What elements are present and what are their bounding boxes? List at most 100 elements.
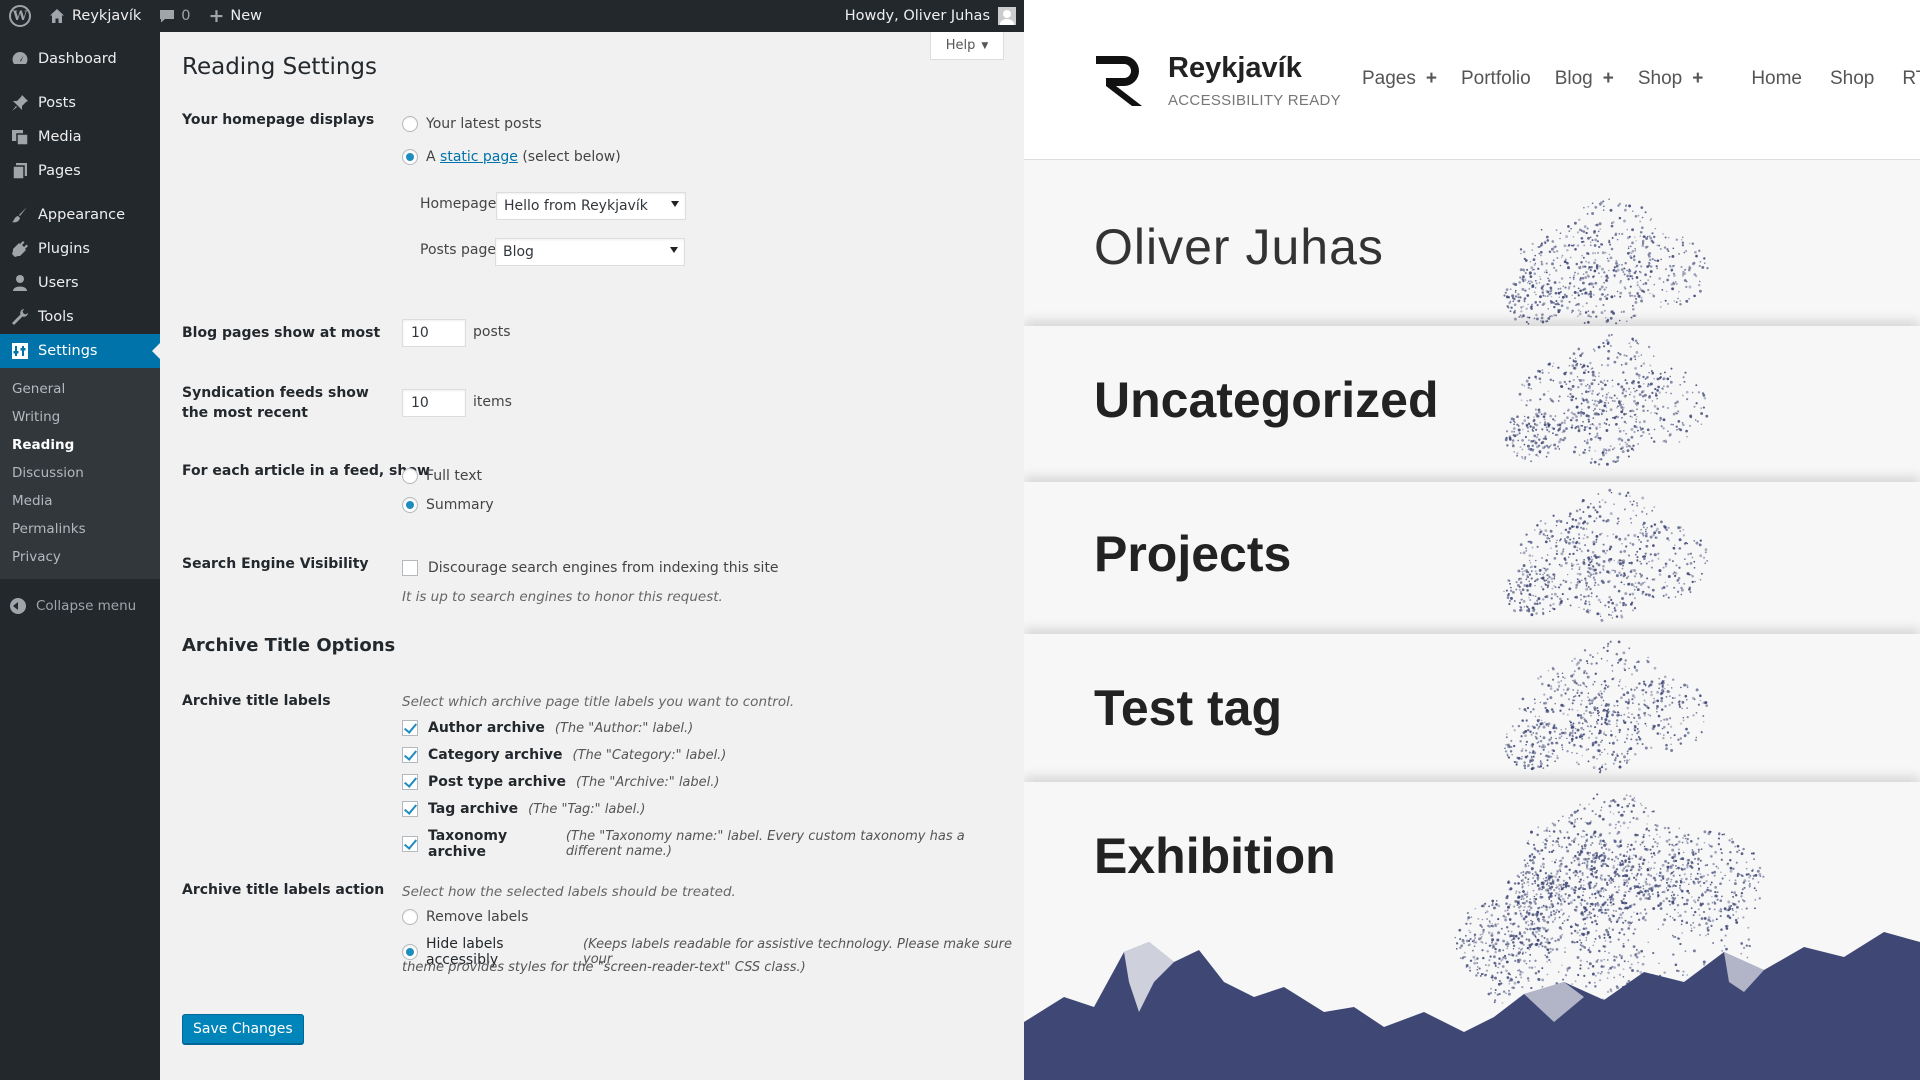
menu-item-pages[interactable]: Pages [0,154,160,188]
option-label: Remove labels [426,909,529,925]
summary-radio[interactable] [402,497,418,513]
homepage-select-label: Homepage: [420,196,502,212]
menu-label: Pages [38,163,81,179]
account-menu[interactable]: Howdy, Oliver Juhas [836,0,1024,32]
band-title: Oliver Juhas [1094,219,1384,275]
help-button[interactable]: Help ▼ [930,32,1004,60]
posts-page-select[interactable]: Blog [495,238,685,266]
homepage-displays-label: Your homepage displays [182,112,375,128]
menu-label: Appearance [38,207,126,223]
expand-plus-icon[interactable]: + [1692,68,1703,89]
site-name: Reykjavík [72,8,142,24]
menu-item-users[interactable]: Users [0,266,160,300]
submenu-item-discussion[interactable]: Discussion [0,459,160,487]
pages-icon [10,161,30,181]
discourage-search-option[interactable]: Discourage search engines from indexing … [402,560,779,576]
save-changes-button[interactable]: Save Changes [182,1014,304,1044]
menu-item-media[interactable]: Media [0,120,160,154]
comment-icon [160,10,175,23]
site-header: Reykjavík ACCESSIBILITY READY Pages + Por… [1024,0,1920,160]
nav-item-home[interactable]: Home [1751,68,1802,90]
blog-pages-unit: posts [473,324,511,340]
submenu-item-permalinks[interactable]: Permalinks [0,515,160,543]
home-icon [50,9,64,23]
collapse-menu-button[interactable]: Collapse menu [0,589,160,623]
post-type-archive-option[interactable]: Post type archive (The "Archive:" label.… [402,774,719,790]
latest-posts-option[interactable]: Your latest posts [402,116,542,132]
option-label: Discourage search engines from indexing … [428,560,779,576]
full-text-radio[interactable] [402,468,418,484]
nav-item-pages[interactable]: Pages + [1362,68,1437,90]
submenu-item-reading[interactable]: Reading [0,431,160,459]
static-page-link[interactable]: static page [440,149,518,165]
syndication-input[interactable]: 10 [402,389,466,417]
tag-archive-checkbox[interactable] [402,801,418,817]
posts-page-select-value: Blog [503,244,534,260]
menu-item-appearance[interactable]: Appearance [0,198,160,232]
avatar [998,7,1016,25]
expand-plus-icon[interactable]: + [1603,68,1614,89]
submenu-item-media[interactable]: Media [0,487,160,515]
menu-item-posts[interactable]: Posts [0,86,160,120]
nav-label: Pages [1362,68,1416,89]
option-note: (The "Taxonomy name:" label. Every custo… [565,829,965,859]
menu-label: Tools [38,309,74,325]
remove-labels-radio[interactable] [402,909,418,925]
category-archive-checkbox[interactable] [402,747,418,763]
remove-labels-option[interactable]: Remove labels [402,909,528,925]
nav-item-blog[interactable]: Blog + [1555,68,1614,90]
discourage-search-checkbox[interactable] [402,560,418,576]
new-content-button[interactable]: + New [199,0,271,32]
comments-link[interactable]: 0 [150,0,199,32]
wordpress-icon: W [9,5,31,27]
static-page-option[interactable]: A static page (select below) [402,149,621,165]
nav-item-portfolio[interactable]: Portfolio [1461,68,1531,90]
taxonomy-archive-checkbox[interactable] [402,836,418,852]
static-page-radio[interactable] [402,149,418,165]
option-note: (The "Author:" label.) [554,720,694,736]
option-label: A [426,149,436,165]
site-title[interactable]: Reykjavík [1168,52,1302,85]
nav-label: RT [1902,68,1920,89]
homepage-select[interactable]: Hello from Reykjavík [496,192,686,220]
category-archive-option[interactable]: Category archive (The "Category:" label.… [402,747,726,763]
nav-label: Home [1751,68,1802,89]
full-text-option[interactable]: Full text [402,468,482,484]
hide-labels-note-continued: theme provides styles for the "screen-re… [402,960,806,975]
author-archive-option[interactable]: Author archive (The "Author:" label.) [402,720,693,736]
menu-item-plugins[interactable]: Plugins [0,232,160,266]
nav-item-rt[interactable]: RT [1902,68,1920,90]
wp-logo-button[interactable]: W [0,0,40,32]
hide-labels-radio[interactable] [402,944,418,960]
menu-item-dashboard[interactable]: Dashboard [0,42,160,76]
syndication-label: Syndication feeds show the most recent [182,385,369,421]
archive-header-category: Uncategorized [1024,326,1920,486]
settings-content: Help ▼ Reading Settings Your homepage di… [160,32,1024,1080]
option-note: (The "Tag:" label.) [528,801,646,817]
blog-pages-input[interactable]: 10 [402,319,466,347]
summary-option[interactable]: Summary [402,497,494,513]
submenu-item-privacy[interactable]: Privacy [0,543,160,571]
expand-plus-icon[interactable]: + [1426,68,1437,89]
posts-page-select-label: Posts page: [420,242,501,258]
option-label: Full text [426,468,483,484]
post-type-archive-checkbox[interactable] [402,774,418,790]
nav-label: Shop [1830,68,1875,89]
settings-icon [10,341,30,361]
author-archive-checkbox[interactable] [402,720,418,736]
nav-item-shop[interactable]: Shop + [1638,68,1703,90]
dashboard-icon [10,49,30,69]
nav-item-shop-secondary[interactable]: Shop [1830,68,1874,90]
submenu-item-writing[interactable]: Writing [0,403,160,431]
menu-item-tools[interactable]: Tools [0,300,160,334]
syndication-unit: items [473,394,512,410]
submenu-item-general[interactable]: General [0,375,160,403]
menu-item-settings[interactable]: Settings [0,334,160,368]
menu-label: Plugins [38,241,90,257]
user-icon [10,273,30,293]
archive-action-label: Archive title labels action [182,882,385,898]
latest-posts-radio[interactable] [402,116,418,132]
taxonomy-archive-option[interactable]: Taxonomy archive (The "Taxonomy name:" l… [402,828,1024,860]
tag-archive-option[interactable]: Tag archive (The "Tag:" label.) [402,801,645,817]
site-name-link[interactable]: Reykjavík [40,0,150,32]
